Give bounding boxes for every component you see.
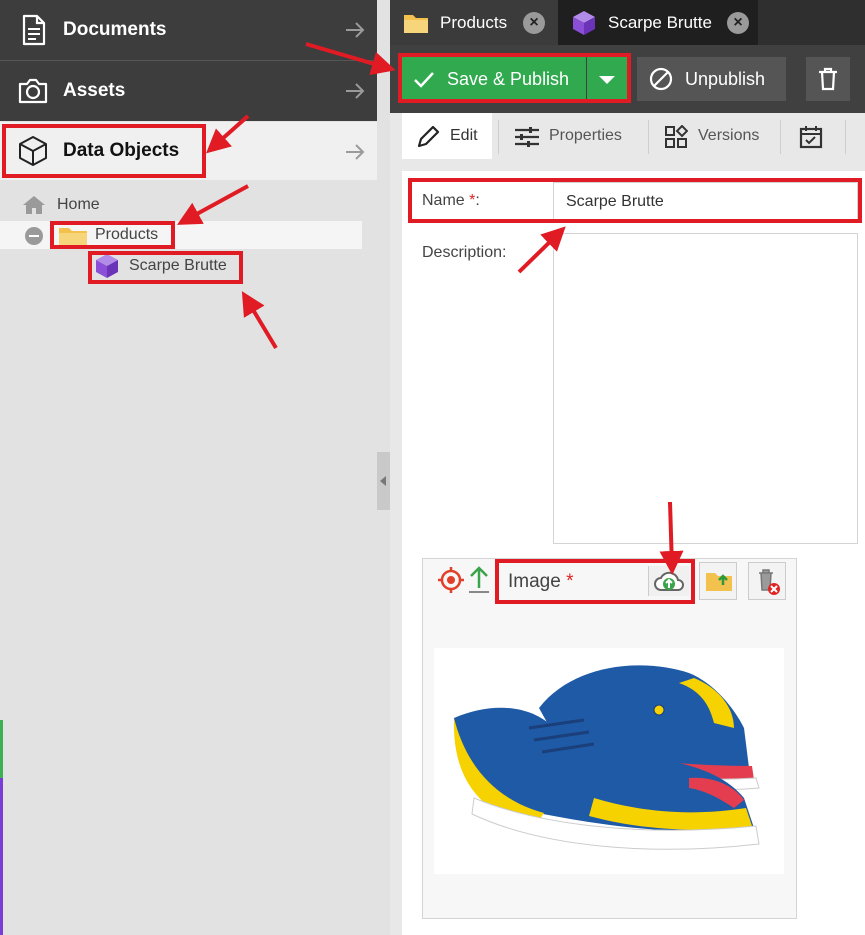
tree-home-label: Home xyxy=(57,196,100,213)
edge-indicator-green xyxy=(0,720,3,778)
left-panel: Documents Assets Data Objects Home Produ… xyxy=(0,0,390,935)
tab-divider xyxy=(780,120,781,154)
tab-properties[interactable]: Properties xyxy=(500,113,648,159)
trash-delete-icon xyxy=(759,569,780,595)
document-icon xyxy=(22,14,46,46)
nav-data-objects[interactable]: Data Objects xyxy=(0,122,377,180)
object-cube-icon xyxy=(573,11,595,35)
versions-icon xyxy=(665,125,688,148)
tree-item-products[interactable]: Products xyxy=(0,221,362,249)
tab-versions-label: Versions xyxy=(698,127,760,144)
image-field-label: Image * xyxy=(508,566,574,598)
upload-arrow-icon[interactable] xyxy=(468,566,490,594)
folder-upload-icon xyxy=(706,573,732,591)
save-publish-button[interactable]: Save & Publish xyxy=(402,57,586,101)
tab-divider xyxy=(845,120,846,154)
sliders-icon xyxy=(515,127,539,147)
tab-divider xyxy=(498,120,499,154)
nav-data-objects-label: Data Objects xyxy=(63,140,180,161)
folder-icon xyxy=(59,228,87,246)
tab-products-label: Products xyxy=(440,13,508,32)
nav-documents[interactable]: Documents xyxy=(0,0,377,60)
tab-edit-label: Edit xyxy=(450,127,478,144)
tab-scarpe-brutte[interactable]: Scarpe Brutte × xyxy=(558,0,758,45)
tab-versions[interactable]: Versions xyxy=(650,113,780,159)
tab-products[interactable]: Products × xyxy=(390,0,558,45)
tree-products-label: Products xyxy=(95,226,159,243)
unpublish-label: Unpublish xyxy=(685,69,766,89)
cloud-upload-icon xyxy=(654,571,684,591)
arrow-right-icon xyxy=(346,144,365,160)
image-label-text: Image xyxy=(508,571,561,592)
save-publish-label: Save & Publish xyxy=(447,69,570,89)
camera-icon xyxy=(18,78,48,104)
name-label-text: Name xyxy=(422,192,465,209)
target-icon[interactable] xyxy=(437,566,465,594)
open-folder-button[interactable] xyxy=(699,562,737,600)
calendar-icon xyxy=(799,126,823,149)
required-marker: * xyxy=(566,571,574,592)
tab-scarpe-brutte-label: Scarpe Brutte xyxy=(608,13,712,32)
sneaker-image xyxy=(453,665,760,850)
close-icon[interactable]: × xyxy=(523,12,545,34)
upload-button[interactable] xyxy=(648,566,689,596)
nav-documents-label: Documents xyxy=(63,19,167,40)
name-label-colon: : xyxy=(475,192,480,209)
delete-button[interactable] xyxy=(806,57,850,101)
trash-icon xyxy=(819,67,837,91)
description-label: Description: xyxy=(422,244,507,261)
nav-assets-label: Assets xyxy=(63,80,126,101)
tab-schedule[interactable] xyxy=(782,113,842,159)
name-field[interactable]: Scarpe Brutte xyxy=(553,182,858,220)
description-field[interactable] xyxy=(553,233,858,544)
folder-icon xyxy=(404,15,428,33)
panel-collapse-handle[interactable] xyxy=(377,452,390,510)
home-icon xyxy=(23,196,45,214)
name-label: Name *: xyxy=(422,180,480,222)
image-preview xyxy=(434,648,784,874)
arrow-right-icon xyxy=(346,83,365,99)
unpublish-button[interactable]: Unpublish xyxy=(637,57,786,101)
object-cube-icon xyxy=(96,254,118,278)
collapse-icon[interactable] xyxy=(24,226,44,246)
block-icon xyxy=(649,67,673,91)
save-dropdown-button[interactable] xyxy=(587,57,627,101)
close-icon[interactable]: × xyxy=(727,12,749,34)
tab-edit[interactable]: Edit xyxy=(402,113,492,159)
nav-assets[interactable]: Assets xyxy=(0,61,377,121)
arrow-right-icon xyxy=(346,22,365,38)
edge-indicator-purple xyxy=(0,778,3,935)
pencil-icon xyxy=(417,125,440,148)
cube-icon xyxy=(19,136,47,166)
tab-divider xyxy=(648,120,649,154)
clear-image-button[interactable] xyxy=(748,562,786,600)
tab-properties-label: Properties xyxy=(549,127,622,144)
check-icon xyxy=(414,72,434,88)
tree-item-label: Scarpe Brutte xyxy=(129,257,227,274)
